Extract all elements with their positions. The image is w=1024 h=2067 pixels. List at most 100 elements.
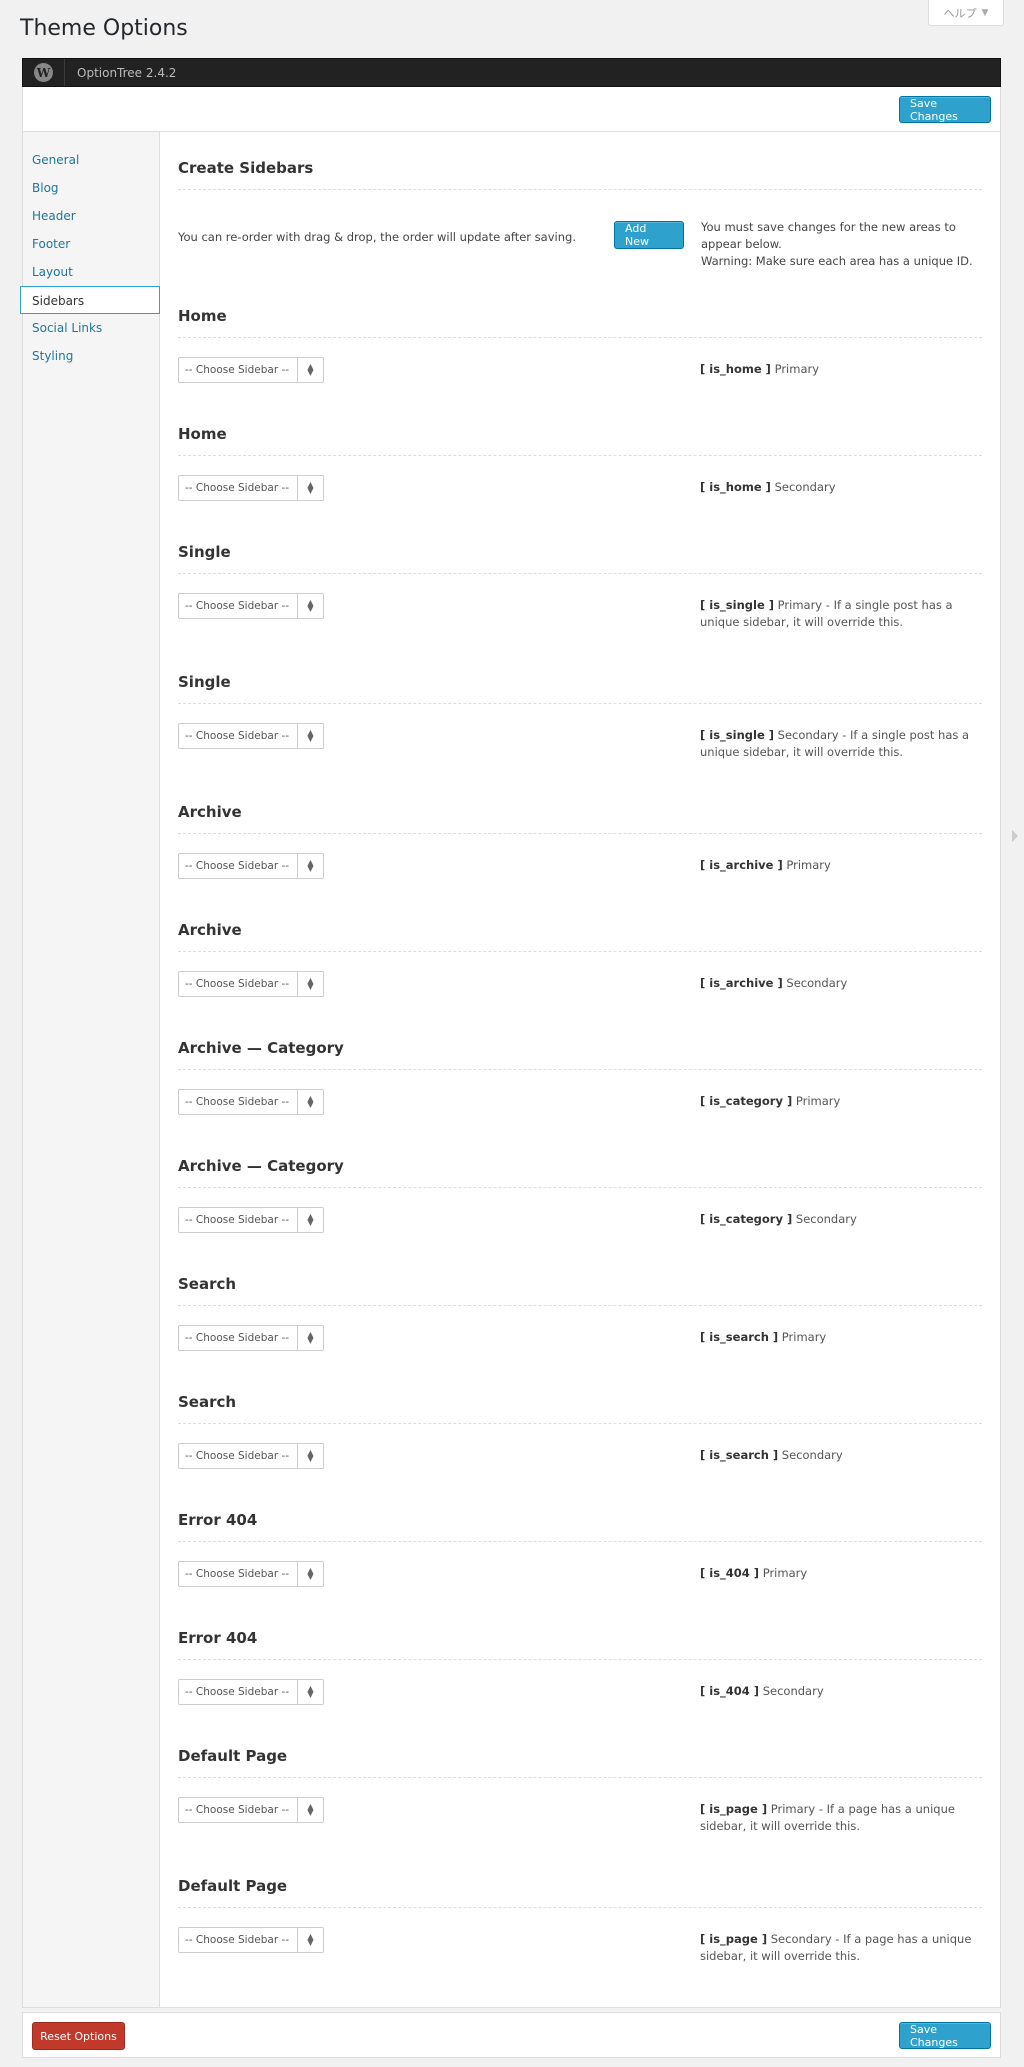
- sidebar-option-row: -- Choose Sidebar -- ▲ ▼ [ is_404 ] Primary: [178, 1542, 982, 1587]
- sidebar-option-title: Archive — Category: [178, 1039, 982, 1070]
- select-value: -- Choose Sidebar --: [185, 1568, 290, 1580]
- choose-sidebar-select[interactable]: -- Choose Sidebar -- ▲ ▼: [178, 1797, 324, 1823]
- conditional-tag: [ is_404 ]: [700, 1566, 760, 1580]
- sidebar-option-row: -- Choose Sidebar -- ▲ ▼ [ is_search ] Seco…: [178, 1424, 982, 1469]
- nav-item-blog[interactable]: Blog: [23, 174, 160, 202]
- sidebar-option-description: [ is_search ] Primary: [700, 1325, 980, 1346]
- collapse-handle-icon[interactable]: [1012, 830, 1018, 842]
- choose-sidebar-select[interactable]: -- Choose Sidebar -- ▲ ▼: [178, 475, 324, 501]
- select-value: -- Choose Sidebar --: [185, 1686, 290, 1698]
- choose-sidebar-select[interactable]: -- Choose Sidebar -- ▲ ▼: [178, 1207, 324, 1233]
- create-sidebars-row: You can re-order with drag & drop, the o…: [178, 190, 982, 307]
- sidebar-option: Single -- Choose Sidebar -- ▲ ▼ [ is_single …: [178, 673, 982, 803]
- conditional-tag: [ is_page ]: [700, 1802, 768, 1816]
- select-arrows-icon: ▲ ▼: [297, 594, 323, 618]
- sidebar-option-description: [ is_home ] Primary: [700, 357, 980, 378]
- select-value: -- Choose Sidebar --: [185, 600, 290, 612]
- save-changes-button-top[interactable]: Save Changes: [899, 96, 991, 123]
- sidebar-option-description: [ is_page ] Secondary - If a page has a …: [700, 1927, 980, 1965]
- choose-sidebar-select[interactable]: -- Choose Sidebar -- ▲ ▼: [178, 1325, 324, 1351]
- sidebar-option-row: -- Choose Sidebar -- ▲ ▼ [ is_page ] Second…: [178, 1908, 982, 1965]
- sidebar-option-title: Default Page: [178, 1877, 982, 1908]
- options-content: Create Sidebars You can re-order with dr…: [160, 132, 1000, 2007]
- select-arrows-icon: ▲ ▼: [297, 1680, 323, 1704]
- sidebar-option-title: Home: [178, 307, 982, 338]
- sidebar-option-title: Error 404: [178, 1629, 982, 1660]
- create-sidebars-note: You must save changes for the new areas …: [701, 219, 981, 270]
- sidebar-option: Archive — Category -- Choose Sidebar -- ▲ ▼…: [178, 1157, 982, 1275]
- sidebar-option: Error 404 -- Choose Sidebar -- ▲ ▼ [ is_404 …: [178, 1629, 982, 1747]
- sidebar-option-row: -- Choose Sidebar -- ▲ ▼ [ is_home ] Second…: [178, 456, 982, 501]
- choose-sidebar-select[interactable]: -- Choose Sidebar -- ▲ ▼: [178, 971, 324, 997]
- nav-item-styling[interactable]: Styling: [23, 342, 160, 370]
- select-value: -- Choose Sidebar --: [185, 1332, 290, 1344]
- select-arrows-icon: ▲ ▼: [297, 854, 323, 878]
- page-title: Theme Options: [20, 16, 188, 41]
- choose-sidebar-select[interactable]: -- Choose Sidebar -- ▲ ▼: [178, 1561, 324, 1587]
- select-arrows-icon: ▲ ▼: [297, 1444, 323, 1468]
- select-arrows-icon: ▲ ▼: [297, 1326, 323, 1350]
- choose-sidebar-select[interactable]: -- Choose Sidebar -- ▲ ▼: [178, 1679, 324, 1705]
- sidebar-option: Archive -- Choose Sidebar -- ▲ ▼ [ is_archiv…: [178, 921, 982, 1039]
- reset-options-button[interactable]: Reset Options: [32, 2022, 125, 2050]
- description-text: Primary: [782, 858, 831, 872]
- sidebar-option: Search -- Choose Sidebar -- ▲ ▼ [ is_search …: [178, 1275, 982, 1393]
- select-value: -- Choose Sidebar --: [185, 978, 290, 990]
- sidebar-option: Error 404 -- Choose Sidebar -- ▲ ▼ [ is_404 …: [178, 1511, 982, 1629]
- choose-sidebar-select[interactable]: -- Choose Sidebar -- ▲ ▼: [178, 853, 324, 879]
- wordpress-icon: W: [34, 63, 53, 82]
- sidebar-option-title: Single: [178, 543, 982, 574]
- select-value: -- Choose Sidebar --: [185, 1934, 290, 1946]
- choose-sidebar-select[interactable]: -- Choose Sidebar -- ▲ ▼: [178, 723, 324, 749]
- sidebar-option-row: -- Choose Sidebar -- ▲ ▼ [ is_category ] Se…: [178, 1188, 982, 1233]
- nav-item-footer[interactable]: Footer: [23, 230, 160, 258]
- sidebar-option-row: -- Choose Sidebar -- ▲ ▼ [ is_page ] Primar…: [178, 1778, 982, 1835]
- conditional-tag: [ is_search ]: [700, 1448, 779, 1462]
- sidebar-option-title: Search: [178, 1393, 982, 1424]
- sidebar-option: Default Page -- Choose Sidebar -- ▲ ▼ [ is_p…: [178, 1877, 982, 2007]
- description-text: Primary: [792, 1094, 841, 1108]
- sidebar-option-row: -- Choose Sidebar -- ▲ ▼ [ is_404 ] Seconda…: [178, 1660, 982, 1705]
- sidebar-option-description: [ is_archive ] Secondary: [700, 971, 980, 992]
- sidebar-option-title: Home: [178, 425, 982, 456]
- description-text: Primary: [770, 362, 820, 376]
- options-body: General Blog Header Footer Layout Sidebars Soc…: [20, 132, 1001, 2008]
- options-nav: General Blog Header Footer Layout Sidebars Soc…: [20, 132, 160, 2007]
- select-value: -- Choose Sidebar --: [185, 482, 290, 494]
- sidebar-option: Home -- Choose Sidebar -- ▲ ▼ [ is_home ] Se…: [178, 425, 982, 543]
- nav-item-sidebars[interactable]: Sidebars: [20, 286, 160, 314]
- sidebar-option-description: [ is_category ] Secondary: [700, 1207, 980, 1228]
- sidebar-option-row: -- Choose Sidebar -- ▲ ▼ [ is_search ] Prim…: [178, 1306, 982, 1351]
- conditional-tag: [ is_archive ]: [700, 976, 783, 990]
- sidebar-option-title: Error 404: [178, 1511, 982, 1542]
- conditional-tag: [ is_home ]: [700, 480, 771, 494]
- sidebar-option-description: [ is_category ] Primary: [700, 1089, 980, 1110]
- choose-sidebar-select[interactable]: -- Choose Sidebar -- ▲ ▼: [178, 1443, 324, 1469]
- select-value: -- Choose Sidebar --: [185, 860, 290, 872]
- choose-sidebar-select[interactable]: -- Choose Sidebar -- ▲ ▼: [178, 593, 324, 619]
- conditional-tag: [ is_category ]: [700, 1094, 793, 1108]
- sidebar-option-description: [ is_page ] Primary - If a page has a un…: [700, 1797, 980, 1835]
- nav-item-social-links[interactable]: Social Links: [23, 314, 160, 342]
- top-toolbar: Save Changes: [22, 87, 1001, 132]
- sidebar-option-description: [ is_archive ] Primary: [700, 853, 980, 874]
- choose-sidebar-select[interactable]: -- Choose Sidebar -- ▲ ▼: [178, 1927, 324, 1953]
- sidebar-option: Default Page -- Choose Sidebar -- ▲ ▼ [ is_p…: [178, 1747, 982, 1877]
- sidebar-option-title: Archive: [178, 921, 982, 952]
- select-value: -- Choose Sidebar --: [185, 730, 290, 742]
- save-changes-button-bottom[interactable]: Save Changes: [899, 2022, 991, 2049]
- help-tab[interactable]: ヘルプ ▼: [928, 0, 1004, 26]
- conditional-tag: [ is_404 ]: [700, 1684, 760, 1698]
- choose-sidebar-select[interactable]: -- Choose Sidebar -- ▲ ▼: [178, 1089, 324, 1115]
- add-new-button[interactable]: Add New: [614, 221, 684, 249]
- version-label: OptionTree 2.4.2: [77, 65, 177, 80]
- nav-item-general[interactable]: General: [23, 146, 160, 174]
- select-value: -- Choose Sidebar --: [185, 1450, 290, 1462]
- choose-sidebar-select[interactable]: -- Choose Sidebar -- ▲ ▼: [178, 357, 324, 383]
- conditional-tag: [ is_search ]: [700, 1330, 779, 1344]
- create-sidebars-title: Create Sidebars: [178, 132, 982, 190]
- sidebar-option-title: Single: [178, 673, 982, 704]
- nav-item-header[interactable]: Header: [23, 202, 160, 230]
- nav-item-layout[interactable]: Layout: [23, 258, 160, 286]
- select-value: -- Choose Sidebar --: [185, 364, 290, 376]
